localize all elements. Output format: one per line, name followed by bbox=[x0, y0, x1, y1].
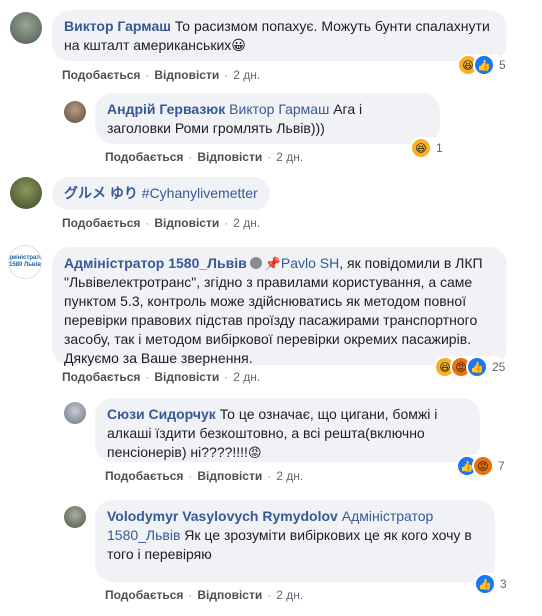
pin-icon: 📌 bbox=[264, 256, 281, 271]
like-button[interactable]: Подобається bbox=[62, 68, 140, 82]
comment-time[interactable]: 2 дн. bbox=[233, 68, 260, 82]
reply-button[interactable]: Відповісти bbox=[197, 469, 262, 483]
grinning-emoji: 😀 bbox=[231, 37, 246, 53]
reaction-summary[interactable]: 😆 😡 👍 25 bbox=[434, 356, 506, 378]
reply-button[interactable]: Відповісти bbox=[154, 68, 219, 82]
like-icon: 👍 bbox=[474, 573, 496, 595]
comment-time[interactable]: 2 дн. bbox=[276, 150, 303, 164]
comment-actions: Подобається · Відповісти · 2 дн. bbox=[62, 370, 261, 384]
like-icon: 👍 bbox=[466, 356, 488, 378]
page-avatar[interactable]: Адміністратор 1580 Львів bbox=[8, 245, 42, 279]
like-button[interactable]: Подобається bbox=[62, 370, 140, 384]
comment-author[interactable]: Адміністратор 1580_Львів bbox=[64, 255, 247, 271]
like-button[interactable]: Подобається bbox=[105, 469, 183, 483]
reaction-count: 25 bbox=[492, 360, 506, 374]
reaction-count: 5 bbox=[499, 58, 506, 72]
comment-actions: Подобається · Відповісти · 2 дн. bbox=[105, 150, 304, 164]
reply-button[interactable]: Відповісти bbox=[154, 370, 219, 384]
mention-link[interactable]: Pavlo SH bbox=[281, 255, 339, 271]
avatar[interactable] bbox=[64, 402, 86, 424]
angry-icon: 😡 bbox=[472, 455, 494, 477]
reaction-count: 1 bbox=[436, 141, 443, 155]
comment-bubble: Адміністратор 1580_Львів 📌Pavlo SH, як по… bbox=[52, 247, 507, 366]
comment-author[interactable]: Виктор Гармаш bbox=[64, 18, 171, 34]
comment-bubble: Андрій Гервазюк Виктор Гармаш Ага і заго… bbox=[95, 93, 440, 144]
mention-link[interactable]: Виктор Гармаш bbox=[229, 101, 329, 117]
avatar[interactable] bbox=[10, 12, 42, 44]
like-button[interactable]: Подобається bbox=[62, 216, 140, 230]
reaction-summary[interactable]: 👍 😡 7 bbox=[456, 455, 505, 477]
haha-icon: 😆 bbox=[410, 137, 432, 159]
reply-button[interactable]: Відповісти bbox=[197, 150, 262, 164]
reply-button[interactable]: Відповісти bbox=[154, 216, 219, 230]
comment-actions: Подобається · Відповісти · 2 дн. bbox=[62, 68, 261, 82]
comment-text: , як повідомили в ЛКП "Львівелектротранс… bbox=[64, 255, 483, 366]
comment-bubble: Сюзи Сидорчук То це означає, що цигани, … bbox=[95, 398, 480, 462]
like-button[interactable]: Подобається bbox=[105, 588, 183, 602]
comment-bubble: Виктор Гармаш То расизмом попахує. Можут… bbox=[52, 10, 507, 61]
comment-author[interactable]: Volodymyr Vasylovych Rymydolov bbox=[107, 508, 338, 524]
reply-button[interactable]: Відповісти bbox=[197, 588, 262, 602]
comment-time[interactable]: 2 дн. bbox=[233, 370, 260, 384]
avatar[interactable] bbox=[64, 101, 86, 123]
comment-author[interactable]: Сюзи Сидорчук bbox=[107, 406, 216, 422]
reaction-count: 7 bbox=[498, 459, 505, 473]
reaction-summary[interactable]: 😆 👍 5 bbox=[457, 54, 506, 76]
like-button[interactable]: Подобається bbox=[105, 150, 183, 164]
comment-time[interactable]: 2 дн. bbox=[276, 588, 303, 602]
comment-actions: Подобається · Відповісти · 2 дн. bbox=[105, 469, 304, 483]
comment-time[interactable]: 2 дн. bbox=[233, 216, 260, 230]
comment-actions: Подобається · Відповісти · 2 дн. bbox=[105, 588, 304, 602]
comment-time[interactable]: 2 дн. bbox=[276, 469, 303, 483]
comment-bubble: Volodymyr Vasylovych Rymydolov Адміністр… bbox=[95, 500, 495, 582]
like-icon: 👍 bbox=[473, 54, 495, 76]
comment-author[interactable]: グルメ ゆり bbox=[64, 185, 138, 201]
avatar-logo-text: Адміністратор 1580 Львів bbox=[8, 255, 41, 268]
hashtag-link[interactable]: #Cyhanylivemetter bbox=[142, 185, 258, 201]
comment-actions: Подобається · Відповісти · 2 дн. bbox=[62, 216, 261, 230]
avatar[interactable] bbox=[64, 506, 86, 528]
comment-bubble: グルメ ゆり #Cyhanylivemetter bbox=[52, 177, 270, 210]
avatar[interactable] bbox=[10, 177, 42, 209]
reaction-count: 3 bbox=[500, 577, 507, 591]
admin-badge-icon bbox=[249, 257, 262, 269]
reaction-summary[interactable]: 😆 1 bbox=[410, 137, 443, 159]
reaction-summary[interactable]: 👍 3 bbox=[474, 573, 507, 595]
angry-emoji: 😡 bbox=[247, 445, 262, 460]
comment-author[interactable]: Андрій Гервазюк bbox=[107, 101, 225, 117]
